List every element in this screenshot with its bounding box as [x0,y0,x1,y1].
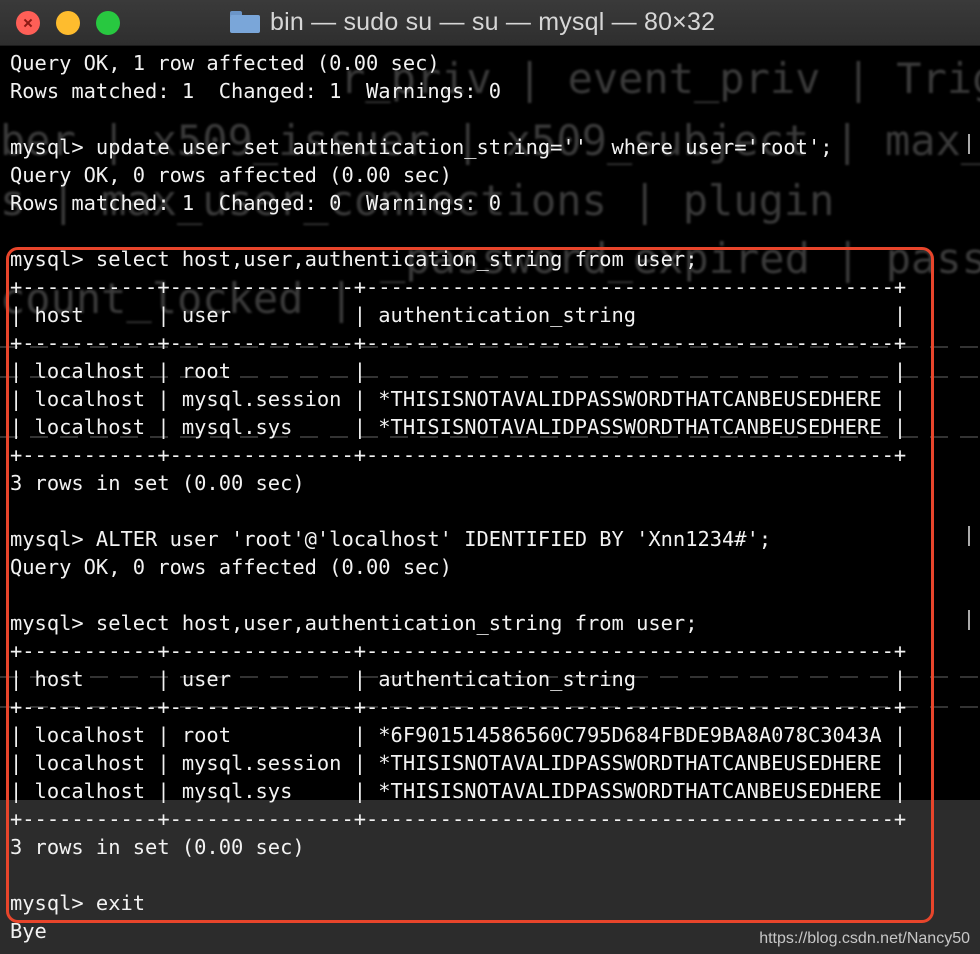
terminal-line: Query OK, 1 row affected (0.00 sec) [10,51,440,75]
close-button[interactable] [16,11,40,35]
terminal-line: Rows matched: 1 Changed: 1 Warnings: 0 [10,79,502,103]
folder-icon [230,11,260,33]
edge-mark [968,526,970,546]
terminal-content[interactable]: r_priv | event_priv | Trigger_priv | Cre… [0,46,980,954]
terminal-window: bin — sudo su — su — mysql — 80×32 r_pri… [0,0,980,954]
maximize-button[interactable] [96,11,120,35]
edge-mark [968,610,970,630]
title-bar[interactable]: bin — sudo su — su — mysql — 80×32 [0,0,980,46]
highlight-box [6,247,934,923]
window-title-wrap: bin — sudo su — su — mysql — 80×32 [230,6,715,38]
watermark: https://blog.csdn.net/Nancy50 [759,930,970,947]
terminal-line: mysql> update user set authentication_st… [10,135,833,159]
minimize-button[interactable] [56,11,80,35]
edge-mark [968,134,970,154]
terminal-line: Rows matched: 1 Changed: 0 Warnings: 0 [10,191,502,215]
window-title: bin — sudo su — su — mysql — 80×32 [270,7,716,36]
terminal-line: Query OK, 0 rows affected (0.00 sec) [10,163,452,187]
